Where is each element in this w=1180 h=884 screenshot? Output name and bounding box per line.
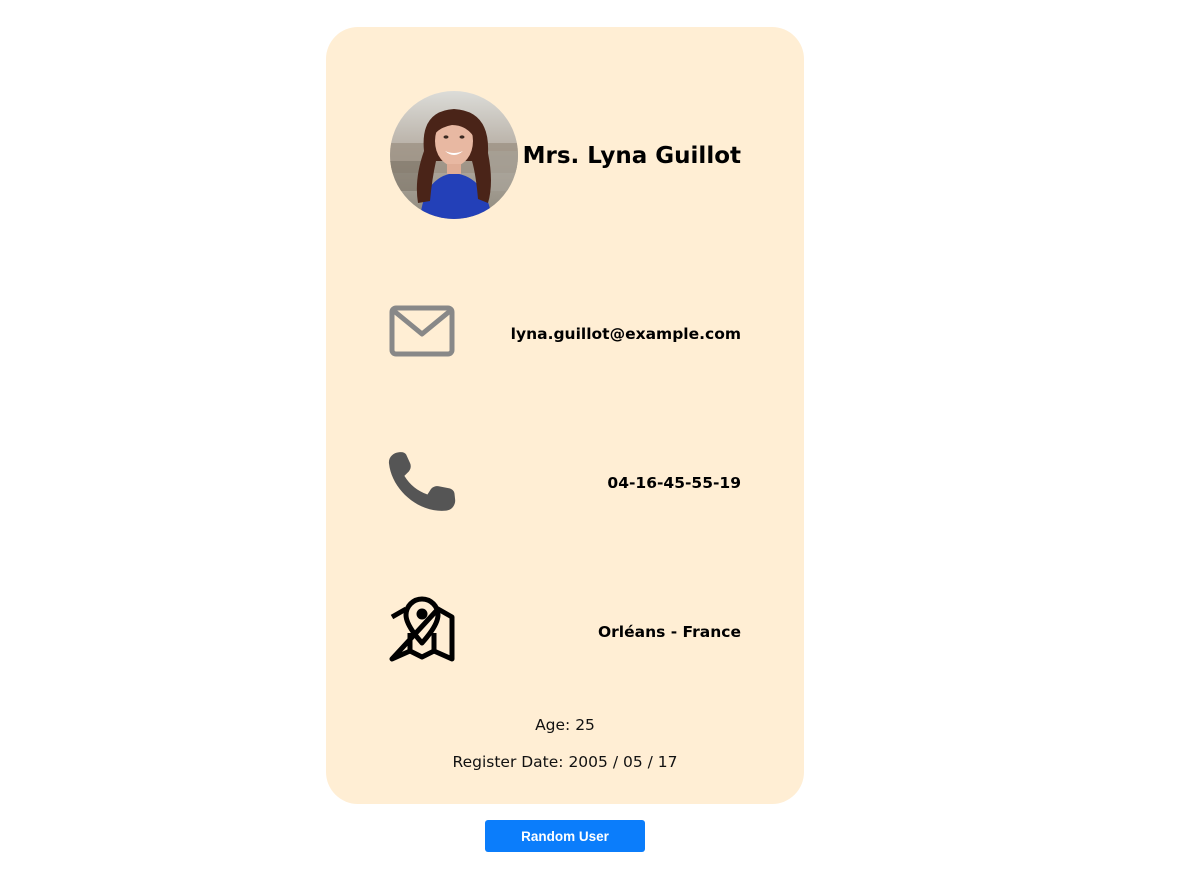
user-register-date: Register Date: 2005 / 05 / 17 xyxy=(452,753,678,771)
map-pin-icon xyxy=(389,596,455,662)
user-age: Age: 25 xyxy=(535,716,595,734)
random-user-button[interactable]: Random User xyxy=(485,820,645,852)
user-name: Mrs. Lyna Guillot xyxy=(522,143,741,169)
envelope-icon xyxy=(389,305,455,357)
user-email: lyna.guillot@example.com xyxy=(510,325,741,343)
user-phone: 04-16-45-55-19 xyxy=(607,474,741,492)
user-card: Mrs. Lyna Guillot lyna.guillot@example.c… xyxy=(326,27,804,804)
avatar-photo xyxy=(390,91,518,219)
avatar xyxy=(390,91,518,219)
phone-icon xyxy=(388,452,456,511)
user-location: Orléans - France xyxy=(597,623,741,641)
